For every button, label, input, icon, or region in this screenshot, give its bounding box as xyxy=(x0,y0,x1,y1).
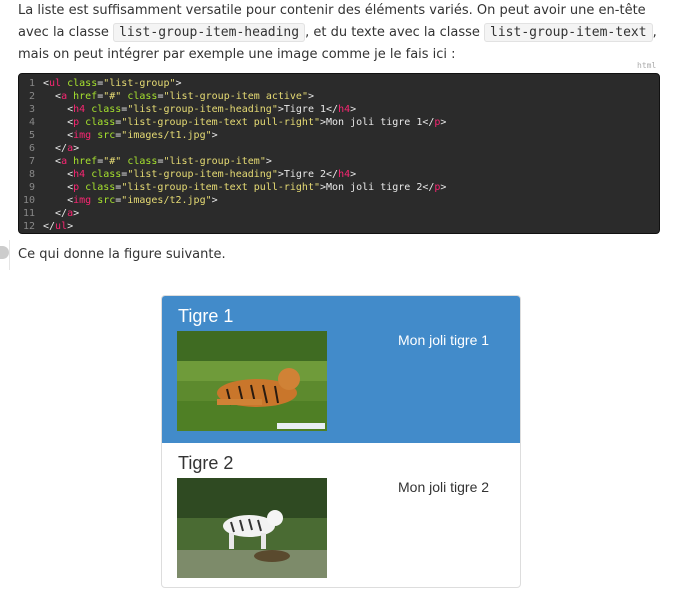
code-text: <p class="list-group-item-text pull-righ… xyxy=(43,182,447,193)
line-number: 10 xyxy=(22,195,35,206)
list-item-text: Mon joli tigre 1 xyxy=(398,332,490,348)
line-number: 11 xyxy=(22,208,35,219)
code-text: </a> xyxy=(43,143,80,154)
gutter-line xyxy=(9,240,10,270)
line-number: 8 xyxy=(28,169,35,180)
code-text: <img src="images/t2.jpg"> xyxy=(43,195,218,206)
code-text: <h4 class="list-group-item-heading">Tigr… xyxy=(43,104,357,115)
caption: Ce qui donne la figure suivante. xyxy=(18,247,226,262)
line-number: 6 xyxy=(28,143,35,154)
code-line: 3 <h4 class="list-group-item-heading">Ti… xyxy=(19,103,659,116)
code-text: <img src="images/t1.jpg"> xyxy=(43,130,218,141)
list-group-item-tigre-1[interactable]: Tigre 1 Mon joli tigre 1 xyxy=(162,296,520,443)
tiger-image xyxy=(177,331,327,431)
code-line: 6 </a> xyxy=(19,142,659,155)
list-item-heading: Tigre 1 xyxy=(178,306,234,326)
list-item-text: Mon joli tigre 2 xyxy=(398,479,490,495)
list-group: Tigre 1 Mon joli tigre 1 Tigre 2 Mon jol… xyxy=(161,295,521,588)
code-text: </ul> xyxy=(43,221,74,232)
code-line: 5 <img src="images/t1.jpg"> xyxy=(19,129,659,142)
list-item-heading: Tigre 2 xyxy=(178,453,234,473)
list-group-item-tigre-2[interactable]: Tigre 2 Mon joli tigre 2 xyxy=(162,443,520,587)
line-number: 7 xyxy=(28,156,35,167)
code-line: 9 <p class="list-group-item-text pull-ri… xyxy=(19,181,659,194)
code-line: 1 <ul class="list-group"> xyxy=(19,77,659,90)
code-line: 12 </ul> xyxy=(19,220,659,233)
code-text: <a href="#" class="list-group-item"> xyxy=(43,156,272,167)
line-number: 9 xyxy=(28,182,35,193)
code-line: 2 <a href="#" class="list-group-item act… xyxy=(19,90,659,103)
white-tiger-image xyxy=(177,478,327,578)
inline-code-heading: list-group-item-heading xyxy=(113,23,306,42)
code-text: <a href="#" class="list-group-item activ… xyxy=(43,91,315,102)
inline-code-text: list-group-item-text xyxy=(484,23,653,42)
code-line: 11 </a> xyxy=(19,207,659,220)
code-text: <p class="list-group-item-text pull-righ… xyxy=(43,117,447,128)
code-line: 4 <p class="list-group-item-text pull-ri… xyxy=(19,116,659,129)
line-number: 2 xyxy=(28,91,35,102)
code-text: </a> xyxy=(43,208,80,219)
line-number: 1 xyxy=(28,78,35,89)
code-line: 10 <img src="images/t2.jpg"> xyxy=(19,194,659,207)
intro-paragraph: La liste est suffisamment versatile pour… xyxy=(18,0,658,66)
code-text: <ul class="list-group"> xyxy=(43,78,182,89)
line-number: 5 xyxy=(28,130,35,141)
code-text: <h4 class="list-group-item-heading">Tigr… xyxy=(43,169,357,180)
intro-text-2: , et du texte avec la classe xyxy=(305,25,485,40)
code-line: 8 <h4 class="list-group-item-heading">Ti… xyxy=(19,168,659,181)
comment-marker-icon[interactable] xyxy=(0,246,9,259)
line-number: 3 xyxy=(28,104,35,115)
code-language-label: html xyxy=(637,61,657,70)
line-number: 4 xyxy=(28,117,35,128)
code-line: 7 <a href="#" class="list-group-item"> xyxy=(19,155,659,168)
code-block: 1 <ul class="list-group"> 2 <a href="#" cl… xyxy=(18,73,660,234)
line-number: 12 xyxy=(22,221,35,232)
